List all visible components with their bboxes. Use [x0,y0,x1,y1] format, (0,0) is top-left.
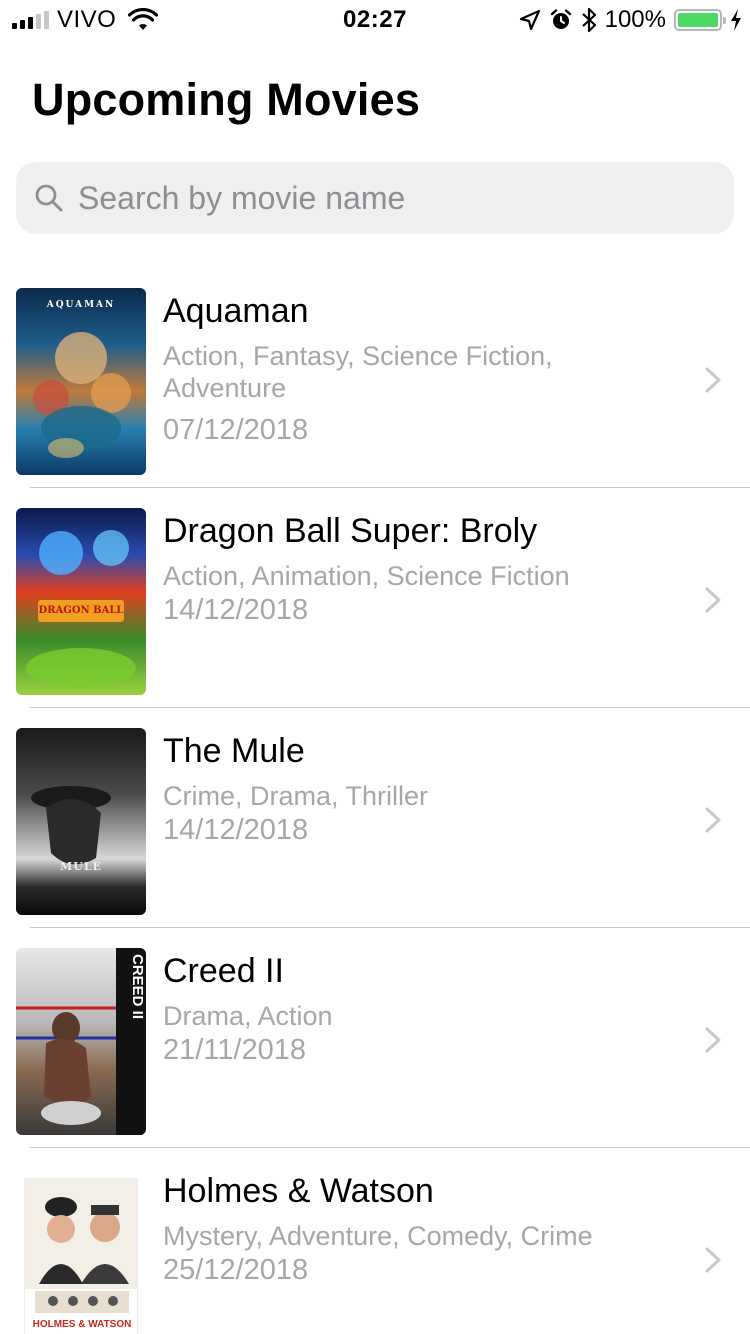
movie-row[interactable]: MULE The Mule Crime, Drama, Thriller 14/… [0,708,750,928]
chevron-right-icon [705,1027,721,1053]
movie-poster: DRAGON BALL [16,508,146,695]
poster-title: MULE [60,860,102,873]
charging-bolt-icon [731,9,741,31]
search-bar[interactable] [16,162,734,234]
movie-genres: Drama, Action [163,1001,333,1031]
chevron-right-icon [705,807,721,833]
movie-title: The Mule [163,732,305,770]
movie-release-date: 07/12/2018 [163,414,309,446]
status-bar-right: 100% [519,6,742,34]
movie-genres: Crime, Drama, Thriller [163,781,429,811]
movie-genres: Action, Animation, Science Fiction [163,561,570,591]
movie-row[interactable]: HOLMES & WATSON Holmes & Watson Mystery,… [0,1148,750,1334]
movie-release-date: 25/12/2018 [163,1254,309,1286]
bluetooth-icon [581,7,596,33]
movie-row[interactable]: AQUAMAN Aquaman Action, Fantasy, Science… [0,268,750,488]
movie-poster: HOLMES & WATSON [24,1178,138,1334]
movie-title: Holmes & Watson [163,1172,434,1210]
movie-title: Creed II [163,952,284,990]
search-icon [35,184,63,212]
movie-poster: AQUAMAN [16,288,146,475]
poster-title: AQUAMAN [46,300,116,310]
poster-title: HOLMES & WATSON [32,1319,132,1330]
movie-row[interactable]: DRAGON BALL Dragon Ball Super: Broly Act… [0,488,750,708]
movie-poster: MULE [16,728,146,915]
chevron-right-icon [705,1247,721,1273]
movie-release-date: 21/11/2018 [163,1034,306,1066]
movie-list: AQUAMAN Aquaman Action, Fantasy, Science… [0,268,750,1334]
battery-icon [674,9,726,31]
alarm-icon [550,9,571,29]
movie-release-date: 14/12/2018 [163,814,309,846]
search-input[interactable] [78,179,678,217]
battery-percentage: 100% [604,6,666,33]
status-bar: VIVO 02:27 100% [0,0,750,40]
chevron-right-icon [705,587,721,613]
movie-genres: Mystery, Adventure, Comedy, Crime [163,1221,593,1251]
chevron-right-icon [705,367,721,393]
movie-title: Aquaman [163,292,309,330]
movie-release-date: 14/12/2018 [163,594,309,626]
page-title: Upcoming Movies [32,74,421,125]
movie-row[interactable]: CREED II Creed II Drama, Action 21/11/20… [0,928,750,1148]
poster-title: DRAGON BALL [38,605,124,616]
movie-title: Dragon Ball Super: Broly [163,512,538,550]
movie-genres: Action, Fantasy, Science Fiction, Advent… [163,341,553,403]
poster-title: CREED II [129,954,146,1020]
location-arrow-icon [519,9,540,31]
movie-poster: CREED II [16,948,146,1135]
